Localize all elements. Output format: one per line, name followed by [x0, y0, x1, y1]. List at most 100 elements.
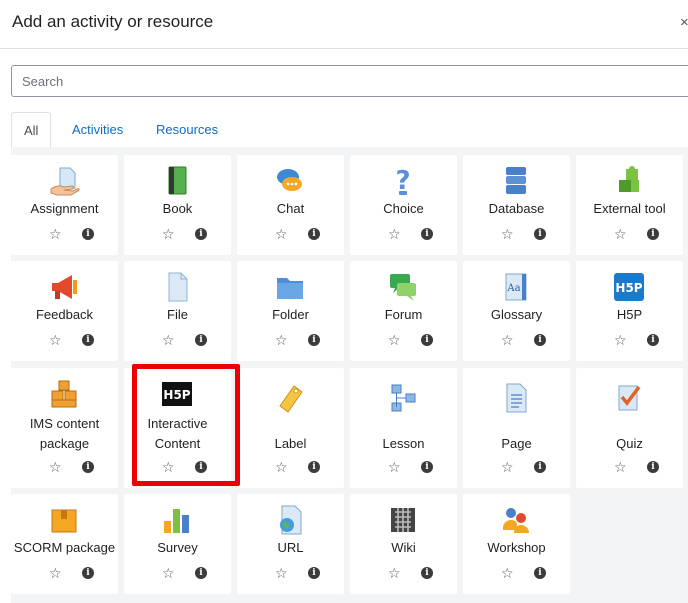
- info-icon[interactable]: i: [308, 461, 320, 473]
- forum-icon: [387, 271, 419, 303]
- star-icon[interactable]: ☆: [275, 333, 288, 347]
- quiz-icon: [613, 382, 645, 414]
- activity-name: Lesson: [382, 436, 425, 451]
- activity-card-label[interactable]: Label ☆ i: [237, 368, 344, 488]
- info-icon[interactable]: i: [82, 567, 94, 579]
- info-icon[interactable]: i: [421, 228, 433, 240]
- label-icon: [274, 382, 306, 414]
- activity-name: Assignment: [30, 201, 99, 216]
- star-icon[interactable]: ☆: [501, 227, 514, 241]
- info-icon[interactable]: i: [82, 228, 94, 240]
- file-icon: [161, 271, 193, 303]
- scorm-package-icon: [48, 504, 80, 536]
- info-icon[interactable]: i: [647, 228, 659, 240]
- info-icon[interactable]: i: [534, 567, 546, 579]
- activity-name: H5P: [616, 307, 643, 322]
- star-icon[interactable]: ☆: [614, 333, 627, 347]
- activity-card-folder[interactable]: Folder ☆ i: [237, 261, 344, 361]
- info-icon[interactable]: i: [647, 334, 659, 346]
- activity-card-ims-content-package[interactable]: IMS content package ☆ i: [11, 368, 118, 488]
- activity-card-file[interactable]: File ☆ i: [124, 261, 231, 361]
- activity-card-interactive-content[interactable]: H5P Interactive Content ☆ i: [124, 368, 231, 488]
- info-icon[interactable]: i: [421, 461, 433, 473]
- star-icon[interactable]: ☆: [501, 460, 514, 474]
- info-icon[interactable]: i: [534, 334, 546, 346]
- star-icon[interactable]: ☆: [162, 460, 175, 474]
- activity-name: Glossary: [490, 307, 543, 322]
- close-button[interactable]: ×: [680, 14, 688, 31]
- activity-card-external-tool[interactable]: External tool ☆ i: [576, 155, 683, 255]
- feedback-icon: [48, 271, 80, 303]
- tab-resources[interactable]: Resources: [144, 112, 230, 148]
- activity-card-survey[interactable]: Survey ☆ i: [124, 494, 231, 594]
- activity-name-line2: package: [39, 436, 90, 451]
- survey-icon: [161, 504, 193, 536]
- info-icon[interactable]: i: [195, 334, 207, 346]
- ims-content-package-icon: [48, 378, 80, 410]
- info-icon[interactable]: i: [534, 461, 546, 473]
- activity-name-line2: Content: [154, 436, 201, 451]
- info-icon[interactable]: i: [82, 334, 94, 346]
- activity-card-url[interactable]: URL ☆ i: [237, 494, 344, 594]
- activity-card-choice[interactable]: ? Choice ☆ i: [350, 155, 457, 255]
- search-input[interactable]: [11, 65, 688, 97]
- info-icon[interactable]: i: [421, 334, 433, 346]
- star-icon[interactable]: ☆: [388, 227, 401, 241]
- assignment-icon: [48, 165, 80, 197]
- activity-card-wiki[interactable]: Wiki ☆ i: [350, 494, 457, 594]
- activity-card-database[interactable]: Database ☆ i: [463, 155, 570, 255]
- star-icon[interactable]: ☆: [49, 227, 62, 241]
- activity-name: External tool: [593, 201, 666, 216]
- activity-card-feedback[interactable]: Feedback ☆ i: [11, 261, 118, 361]
- modal-header: Add an activity or resource ×: [0, 0, 688, 49]
- activity-card-lesson[interactable]: Lesson ☆ i: [350, 368, 457, 488]
- star-icon[interactable]: ☆: [388, 333, 401, 347]
- star-icon[interactable]: ☆: [49, 566, 62, 580]
- book-icon: [161, 165, 193, 197]
- info-icon[interactable]: i: [308, 567, 320, 579]
- activity-card-book[interactable]: Book ☆ i: [124, 155, 231, 255]
- activity-card-assignment[interactable]: Assignment ☆ i: [11, 155, 118, 255]
- activity-name: Interactive: [147, 416, 208, 431]
- activity-card-forum[interactable]: Forum ☆ i: [350, 261, 457, 361]
- activity-card-page[interactable]: Page ☆ i: [463, 368, 570, 488]
- activity-card-chat[interactable]: Chat ☆ i: [237, 155, 344, 255]
- star-icon[interactable]: ☆: [49, 460, 62, 474]
- tab-activities[interactable]: Activities: [60, 112, 135, 148]
- activity-card-scorm-package[interactable]: SCORM package ☆ i: [11, 494, 118, 594]
- activity-card-workshop[interactable]: Workshop ☆ i: [463, 494, 570, 594]
- star-icon[interactable]: ☆: [501, 566, 514, 580]
- star-icon[interactable]: ☆: [162, 566, 175, 580]
- h5p-icon: H5P: [613, 271, 645, 303]
- activity-name: File: [167, 307, 188, 322]
- star-icon[interactable]: ☆: [501, 333, 514, 347]
- svg-text:H5P: H5P: [615, 281, 642, 295]
- info-icon[interactable]: i: [421, 567, 433, 579]
- star-icon[interactable]: ☆: [275, 460, 288, 474]
- info-icon[interactable]: i: [195, 228, 207, 240]
- info-icon[interactable]: i: [647, 461, 659, 473]
- activity-card-glossary[interactable]: Aa Glossary ☆ i: [463, 261, 570, 361]
- star-icon[interactable]: ☆: [614, 460, 627, 474]
- star-icon[interactable]: ☆: [388, 460, 401, 474]
- star-icon[interactable]: ☆: [162, 227, 175, 241]
- activity-card-quiz[interactable]: Quiz ☆ i: [576, 368, 683, 488]
- activity-name: Book: [162, 201, 193, 216]
- info-icon[interactable]: i: [82, 461, 94, 473]
- tab-all[interactable]: All: [11, 112, 52, 149]
- star-icon[interactable]: ☆: [162, 333, 175, 347]
- info-icon[interactable]: i: [308, 228, 320, 240]
- info-icon[interactable]: i: [308, 334, 320, 346]
- activity-card-h5p[interactable]: H5P H5P ☆ i: [576, 261, 683, 361]
- info-icon[interactable]: i: [534, 228, 546, 240]
- star-icon[interactable]: ☆: [614, 227, 627, 241]
- star-icon[interactable]: ☆: [275, 566, 288, 580]
- external-tool-icon: [613, 165, 645, 197]
- star-icon[interactable]: ☆: [388, 566, 401, 580]
- activity-name: Label: [274, 436, 307, 451]
- info-icon[interactable]: i: [195, 567, 207, 579]
- activity-name: URL: [277, 540, 304, 555]
- star-icon[interactable]: ☆: [49, 333, 62, 347]
- star-icon[interactable]: ☆: [275, 227, 288, 241]
- info-icon[interactable]: i: [195, 461, 207, 473]
